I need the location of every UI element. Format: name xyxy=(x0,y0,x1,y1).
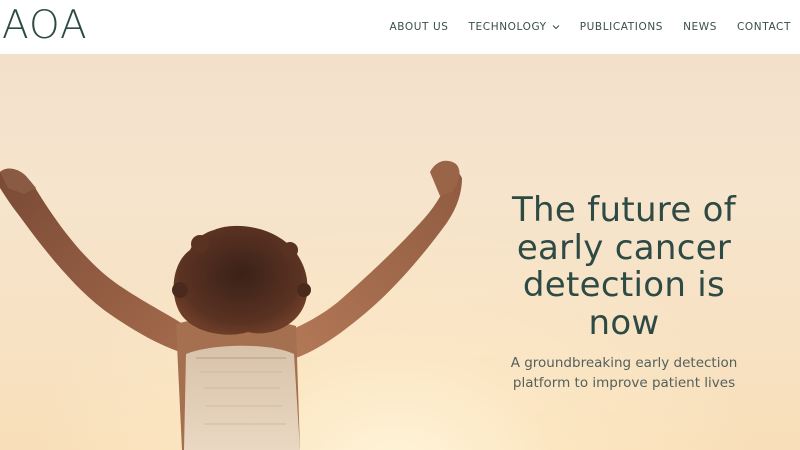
nav-about-us[interactable]: ABOUT US xyxy=(389,21,448,33)
nav-contact[interactable]: CONTACT xyxy=(737,21,791,33)
nav-news[interactable]: NEWS xyxy=(683,21,717,33)
logo[interactable]: AOA xyxy=(2,6,88,46)
nav-publications[interactable]: PUBLICATIONS xyxy=(580,21,663,33)
site-header: AOA ABOUT US TECHNOLOGY PUBLICATIONS NEW… xyxy=(0,0,800,54)
nav-about-us-label: ABOUT US xyxy=(389,21,449,33)
hero-subtitle: A groundbreaking early detection platfor… xyxy=(510,355,738,391)
hero-banner: The future of early cancer detection is … xyxy=(0,54,800,450)
nav-technology[interactable]: TECHNOLOGY xyxy=(469,21,560,33)
nav-contact-label: CONTACT xyxy=(737,21,791,33)
nav-news-label: NEWS xyxy=(683,21,717,33)
nav-publications-label: PUBLICATIONS xyxy=(579,21,664,33)
main-nav: ABOUT US TECHNOLOGY PUBLICATIONS NEWS CO… xyxy=(389,19,791,35)
nav-technology-label: TECHNOLOGY xyxy=(468,21,547,33)
chevron-down-icon xyxy=(552,25,560,30)
hero-title: The future of early cancer detection is … xyxy=(511,190,737,343)
